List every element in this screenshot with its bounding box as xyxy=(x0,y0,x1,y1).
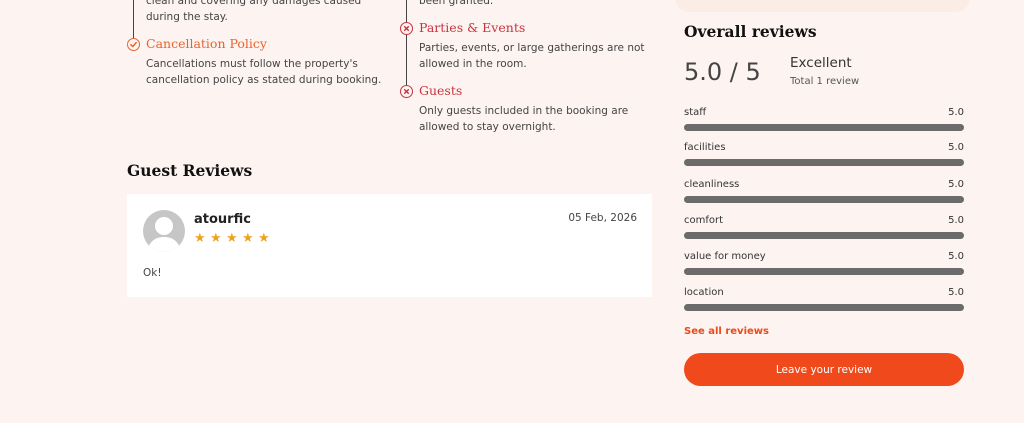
rating-bar-fill xyxy=(684,124,964,131)
sidebar-card-top xyxy=(675,0,970,12)
star-icon: ★ xyxy=(226,231,238,246)
rating-bar-track xyxy=(684,196,964,203)
category-value: 5.0 xyxy=(948,179,964,190)
cancellation-policy-text: Cancellations must follow the property's… xyxy=(146,58,382,86)
category-label: comfort xyxy=(684,215,724,226)
parties-events-text: Parties, events, or large gatherings are… xyxy=(419,42,645,70)
overall-reviews-heading: Overall reviews xyxy=(684,22,817,41)
avatar xyxy=(143,210,185,252)
timeline-line xyxy=(405,0,407,91)
reviewer-name: atourfic xyxy=(194,212,251,227)
star-icon: ★ xyxy=(258,231,270,246)
guests-title: Guests xyxy=(419,83,463,98)
rating-bar-fill xyxy=(684,159,964,166)
category-value: 5.0 xyxy=(948,107,964,118)
rating-bar-track xyxy=(684,268,964,275)
guests-text: Only guests included in the booking are … xyxy=(419,105,629,133)
policy-text-granted: been granted. xyxy=(419,0,494,7)
user-silhouette-icon xyxy=(147,217,181,252)
x-circle-icon xyxy=(400,85,413,98)
rating-bar-track xyxy=(684,304,964,311)
rating-word: Excellent xyxy=(790,55,852,71)
category-label: staff xyxy=(684,107,707,118)
rating-bar-fill xyxy=(684,232,964,239)
rating-bar-track xyxy=(684,159,964,166)
policy-text-damages: clean and covering any damages caused du… xyxy=(146,0,362,23)
see-all-reviews-link[interactable]: See all reviews xyxy=(684,326,769,337)
star-icon: ★ xyxy=(194,231,206,246)
check-circle-icon xyxy=(127,38,140,51)
category-label: location xyxy=(684,287,724,298)
category-label: facilities xyxy=(684,142,726,153)
category-value: 5.0 xyxy=(948,142,964,153)
category-value: 5.0 xyxy=(948,287,964,298)
review-card: atourfic ★ ★ ★ ★ ★ 05 Feb, 2026 Ok! xyxy=(127,194,652,297)
category-value: 5.0 xyxy=(948,251,964,262)
rating-bar-fill xyxy=(684,304,964,311)
total-reviews: Total 1 review xyxy=(790,76,860,87)
rating-bar-track xyxy=(684,124,964,131)
category-label: value for money xyxy=(684,251,766,262)
guest-reviews-heading: Guest Reviews xyxy=(127,161,253,180)
timeline-line xyxy=(132,0,134,38)
parties-events-title: Parties & Events xyxy=(419,20,526,35)
cancellation-policy-title: Cancellation Policy xyxy=(146,36,267,51)
rating-bar-track xyxy=(684,232,964,239)
leave-review-button[interactable]: Leave your review xyxy=(684,353,964,386)
star-rating: ★ ★ ★ ★ ★ xyxy=(194,232,271,245)
star-icon: ★ xyxy=(242,231,254,246)
x-circle-icon xyxy=(400,22,413,35)
rating-bar-fill xyxy=(684,196,964,203)
star-icon: ★ xyxy=(210,231,222,246)
category-value: 5.0 xyxy=(948,215,964,226)
review-text: Ok! xyxy=(143,267,162,279)
review-date: 05 Feb, 2026 xyxy=(568,212,637,224)
rating-bar-fill xyxy=(684,268,964,275)
category-label: cleanliness xyxy=(684,179,740,190)
overall-score: 5.0 / 5 xyxy=(684,58,761,86)
